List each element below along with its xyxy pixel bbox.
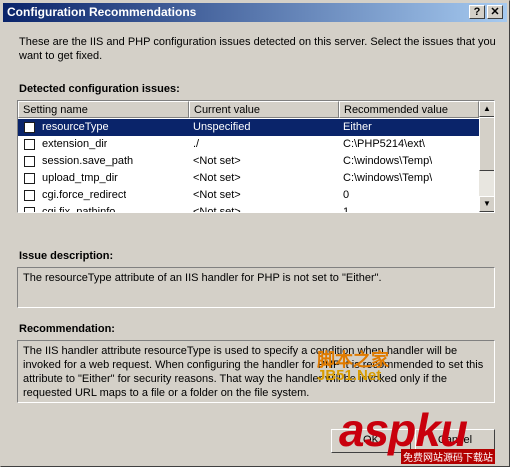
- recommendation-label: Recommendation:: [19, 323, 115, 335]
- row-checkbox[interactable]: [24, 173, 35, 184]
- intro-text: These are the IIS and PHP configuration …: [19, 36, 496, 62]
- close-button[interactable]: ✕: [487, 5, 503, 19]
- scroll-thumb[interactable]: [479, 117, 494, 171]
- configuration-recommendations-dialog: Configuration Recommendations ? ✕ These …: [0, 0, 510, 467]
- row-checkbox[interactable]: [24, 156, 35, 167]
- column-header-setting-name[interactable]: Setting name: [18, 101, 189, 118]
- setting-name: extension_dir: [42, 138, 108, 150]
- recommended-value: 0: [343, 189, 350, 201]
- setting-name: resourceType: [42, 121, 109, 133]
- recommended-value: 1: [343, 206, 350, 213]
- recommendation-box: The IIS handler attribute resourceType i…: [17, 340, 495, 403]
- current-value: Unspecified: [193, 121, 251, 133]
- vertical-scrollbar[interactable]: ▲ ▼: [479, 101, 494, 212]
- setting-name: cgi.force_redirect: [42, 189, 127, 201]
- current-value: <Not set>: [193, 172, 241, 184]
- recommended-value: C:\windows\Temp\: [343, 172, 433, 184]
- table-row[interactable]: cgi.fix_pathinfo <Not set> 1: [18, 204, 479, 213]
- help-button[interactable]: ?: [469, 5, 485, 19]
- issues-grid[interactable]: Setting name Current value Recommended v…: [17, 100, 495, 213]
- table-row[interactable]: cgi.force_redirect <Not set> 0: [18, 187, 479, 204]
- watermark-text: JB51.Net: [317, 367, 382, 384]
- grid-header: Setting name Current value Recommended v…: [18, 101, 479, 118]
- table-row[interactable]: resourceType Unspecified Either: [18, 119, 479, 136]
- setting-name: upload_tmp_dir: [42, 172, 118, 184]
- window-title: Configuration Recommendations: [7, 5, 197, 19]
- current-value: <Not set>: [193, 206, 241, 213]
- table-row[interactable]: extension_dir ./ C:\PHP5214\ext\: [18, 136, 479, 153]
- issue-description-box: The resourceType attribute of an IIS han…: [17, 267, 495, 308]
- current-value: ./: [193, 138, 200, 150]
- current-value: <Not set>: [193, 189, 241, 201]
- title-bar: Configuration Recommendations ? ✕: [3, 3, 507, 22]
- row-checkbox[interactable]: [24, 207, 35, 212]
- recommended-value: Either: [343, 121, 372, 133]
- row-checkbox[interactable]: [24, 190, 35, 201]
- recommended-value: C:\windows\Temp\: [343, 155, 433, 167]
- scroll-up-icon[interactable]: ▲: [479, 101, 494, 117]
- recommended-value: C:\PHP5214\ext\: [343, 138, 425, 150]
- current-value: <Not set>: [193, 155, 241, 167]
- setting-name: cgi.fix_pathinfo: [42, 206, 116, 213]
- watermark-tagline: 免费网站源码下载站: [401, 449, 495, 464]
- issue-description-label: Issue description:: [19, 250, 114, 262]
- column-header-current-value[interactable]: Current value: [189, 101, 339, 118]
- setting-name: session.save_path: [42, 155, 134, 167]
- table-row[interactable]: session.save_path <Not set> C:\windows\T…: [18, 153, 479, 170]
- row-checkbox[interactable]: [24, 122, 35, 133]
- table-row[interactable]: upload_tmp_dir <Not set> C:\windows\Temp…: [18, 170, 479, 187]
- column-header-recommended-value[interactable]: Recommended value: [339, 101, 479, 118]
- detected-issues-label: Detected configuration issues:: [19, 83, 180, 95]
- row-checkbox[interactable]: [24, 139, 35, 150]
- scroll-down-icon[interactable]: ▼: [479, 196, 494, 212]
